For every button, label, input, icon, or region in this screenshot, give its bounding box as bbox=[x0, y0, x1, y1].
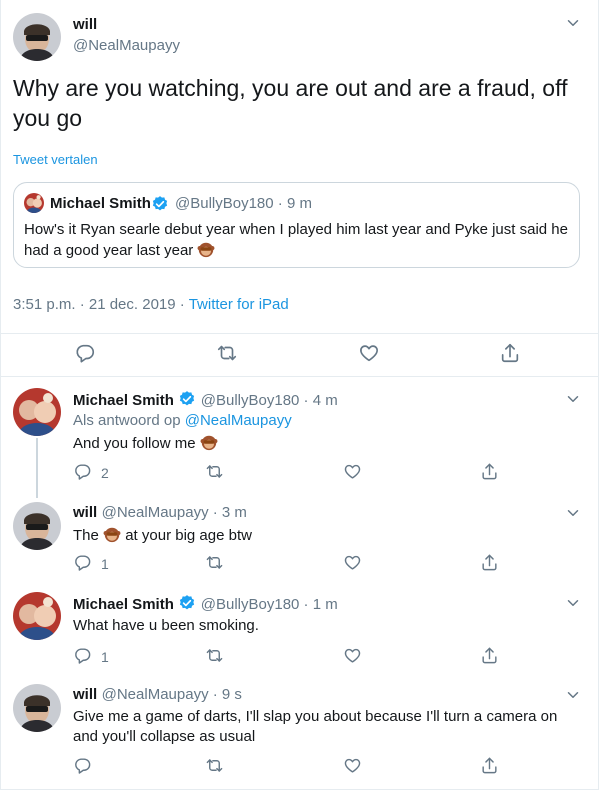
chevron-down-icon[interactable] bbox=[564, 14, 582, 32]
reply-text: What have u been smoking. bbox=[73, 617, 259, 634]
reply-author-name[interactable]: Michael Smith bbox=[73, 392, 174, 409]
tweet-timestamp[interactable]: 3:51 p.m. · 21 dec. 2019 · Twitter for i… bbox=[13, 296, 289, 313]
share-icon[interactable] bbox=[498, 341, 522, 365]
reply-text: And you follow me bbox=[73, 433, 218, 457]
chevron-down-icon[interactable] bbox=[564, 594, 582, 612]
avatar[interactable] bbox=[13, 592, 61, 640]
chevron-down-icon[interactable] bbox=[564, 686, 582, 704]
reply-author-handle[interactable]: @BullyBoy180 · 1 m bbox=[201, 596, 338, 613]
like-icon[interactable] bbox=[342, 755, 362, 775]
reply-count: 1 bbox=[101, 556, 109, 572]
reply-author-name[interactable]: Michael Smith bbox=[73, 596, 174, 613]
reply-header: will @NealMaupayy · 9 s bbox=[73, 686, 242, 704]
reply-author-name[interactable]: will bbox=[73, 686, 97, 703]
verified-badge-icon bbox=[178, 594, 196, 617]
reply-header: Michael Smith @BullyBoy180 · 4 m bbox=[73, 390, 338, 413]
retweet-icon[interactable] bbox=[204, 645, 224, 665]
tweet-source-link[interactable]: Twitter for iPad bbox=[189, 296, 289, 313]
quoted-tweet-text: How's it Ryan searle debut year when I p… bbox=[24, 220, 569, 264]
replying-to-link[interactable]: @NealMaupayy bbox=[185, 412, 292, 429]
see-no-evil-monkey-icon bbox=[197, 240, 215, 264]
share-icon[interactable] bbox=[479, 755, 499, 775]
like-icon[interactable] bbox=[342, 552, 362, 572]
divider bbox=[0, 333, 599, 334]
share-icon[interactable] bbox=[479, 461, 499, 481]
avatar[interactable] bbox=[13, 502, 61, 550]
reply-icon[interactable] bbox=[72, 645, 92, 665]
see-no-evil-monkey-icon bbox=[200, 433, 218, 457]
reply-header: will @NealMaupayy · 3 m bbox=[73, 504, 247, 522]
like-icon[interactable] bbox=[342, 645, 362, 665]
see-no-evil-monkey-icon bbox=[103, 525, 121, 549]
verified-badge-icon bbox=[178, 390, 196, 413]
chevron-down-icon[interactable] bbox=[564, 390, 582, 408]
reply-author-name[interactable]: will bbox=[73, 504, 97, 521]
reply-icon[interactable] bbox=[72, 461, 92, 481]
like-icon[interactable] bbox=[342, 461, 362, 481]
replying-to: Als antwoord op @NealMaupayy bbox=[73, 412, 292, 429]
retweet-icon[interactable] bbox=[204, 552, 224, 572]
main-tweet-text: Why are you watching, you are out and ar… bbox=[13, 75, 568, 131]
reply-author-handle[interactable]: @BullyBoy180 · 4 m bbox=[201, 392, 338, 409]
quoted-author-handle: @BullyBoy180 · 9 m bbox=[175, 195, 312, 212]
retweet-icon[interactable] bbox=[204, 755, 224, 775]
divider bbox=[0, 376, 599, 377]
reply-text: Give me a game of darts, I'll slap you a… bbox=[73, 708, 558, 745]
reply-header: Michael Smith @BullyBoy180 · 1 m bbox=[73, 594, 338, 617]
share-icon[interactable] bbox=[479, 645, 499, 665]
avatar[interactable] bbox=[13, 13, 61, 61]
verified-badge-icon bbox=[151, 195, 169, 218]
avatar bbox=[24, 193, 44, 213]
reply-count: 1 bbox=[101, 649, 109, 665]
reply-author-handle[interactable]: @NealMaupayy · 3 m bbox=[102, 504, 247, 521]
main-author-handle[interactable]: @NealMaupayy bbox=[73, 37, 180, 54]
chevron-down-icon[interactable] bbox=[564, 504, 582, 522]
thread-connector bbox=[36, 438, 38, 498]
retweet-icon[interactable] bbox=[204, 461, 224, 481]
reply-icon[interactable] bbox=[72, 552, 92, 572]
avatar[interactable] bbox=[13, 684, 61, 732]
reply-icon[interactable] bbox=[73, 341, 97, 365]
avatar[interactable] bbox=[13, 388, 61, 436]
reply-text: The at your big age btw bbox=[73, 525, 252, 549]
like-icon[interactable] bbox=[357, 341, 381, 365]
retweet-icon[interactable] bbox=[215, 341, 239, 365]
quoted-author-name: Michael Smith bbox=[50, 195, 151, 212]
reply-icon[interactable] bbox=[72, 755, 92, 775]
quoted-tweet[interactable]: Michael Smith @BullyBoy180 · 9 m How's i… bbox=[13, 182, 580, 268]
translate-tweet-link[interactable]: Tweet vertalen bbox=[13, 152, 98, 167]
main-author-name[interactable]: will bbox=[73, 16, 97, 33]
reply-author-handle[interactable]: @NealMaupayy · 9 s bbox=[102, 686, 242, 703]
share-icon[interactable] bbox=[479, 552, 499, 572]
reply-count: 2 bbox=[101, 465, 109, 481]
